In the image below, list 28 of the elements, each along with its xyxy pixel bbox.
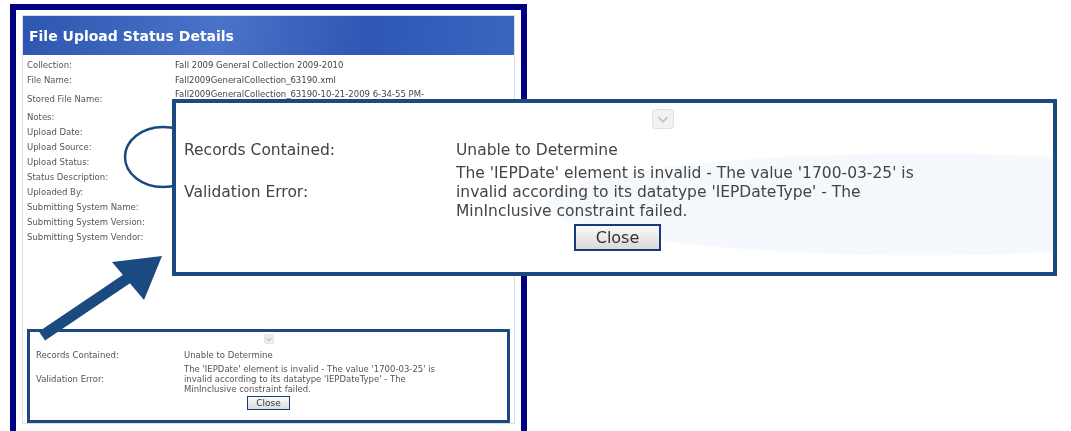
panel-title: File Upload Status Details xyxy=(29,27,234,44)
field-label: File Name: xyxy=(27,74,73,87)
field-label: Upload Date: xyxy=(27,126,84,139)
field-value: The 'IEPDate' element is invalid - The value '1700-03-25' is invalid according to its datatype 'IEPDateType' - The MinInclusive constraint failed. xyxy=(184,364,437,394)
field-label: Stored File Name: xyxy=(27,93,104,105)
field-label: Upload Status: xyxy=(27,156,91,169)
field-label: Records Contained: xyxy=(184,141,336,160)
field-value: Fall2009GeneralCollection_63190-10-21-2009 6-34-55 PM- xyxy=(175,88,425,100)
field-label: Validation Error: xyxy=(184,183,310,202)
field-label: Notes: xyxy=(27,111,56,124)
chevron-icon[interactable] xyxy=(263,334,274,344)
field-value: Unable to Determine xyxy=(184,350,274,360)
field-label: Submitting System Name: xyxy=(27,201,140,214)
field-value: Fall 2009 General Collection 2009-2010 xyxy=(175,59,344,72)
field-label: Status Description: xyxy=(27,171,110,184)
field-value: Fall2009GeneralCollection_63190.xml xyxy=(175,74,336,87)
close-button[interactable]: Close xyxy=(247,396,290,410)
field-label: Validation Error: xyxy=(36,374,106,384)
chevron-icon[interactable] xyxy=(651,109,674,129)
close-button[interactable]: Close xyxy=(573,224,662,251)
field-label: Uploaded By: xyxy=(27,186,85,199)
field-label: Collection: xyxy=(27,59,73,72)
field-label: Upload Source: xyxy=(27,141,93,154)
field-label: Submitting System Version: xyxy=(27,216,146,229)
field-value: The 'IEPDate' element is invalid - The value '1700-03-25' is invalid according to its datatype 'IEPDateType' - The MinInclusive constraint failed. xyxy=(456,164,915,221)
field-label: Submitting System Vendor: xyxy=(27,231,145,244)
field-label: Records Contained: xyxy=(36,350,120,360)
field-value: Unable to Determine xyxy=(456,141,619,160)
